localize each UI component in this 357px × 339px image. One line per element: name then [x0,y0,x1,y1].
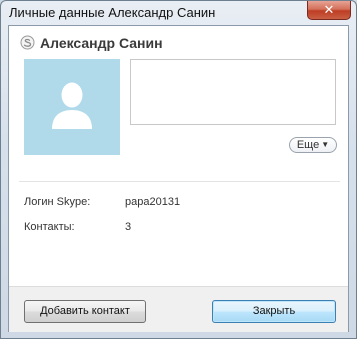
mood-message-box[interactable] [130,59,336,125]
contact-name: Александр Санин [40,35,163,51]
person-silhouette-icon [52,82,92,129]
contacts-value: 3 [125,221,132,233]
close-button[interactable]: Закрыть [212,300,336,323]
window-title: Личные данные Александр Санин [9,5,216,20]
profile-window: Личные данные Александр Санин ✕ Александ… [0,0,357,339]
more-button[interactable]: Еще ▼ [289,137,337,153]
skype-login-label: Логин Skype: [24,196,91,208]
profile-panel: Александр Санин Еще ▼ Логин Skype: papa20… [8,25,349,332]
skype-login-value: papa20131 [125,196,181,208]
button-bar: Добавить контакт Закрыть [9,286,348,332]
avatar [24,59,120,155]
contacts-label: Контакты: [24,221,75,233]
more-button-label: Еще [296,139,320,151]
title-bar[interactable]: Личные данные Александр Санин ✕ [1,1,356,25]
divider [19,181,340,182]
add-contact-button[interactable]: Добавить контакт [24,300,146,323]
chevron-down-icon: ▼ [321,140,330,149]
window-close-button[interactable]: ✕ [307,1,351,20]
skype-status-icon [20,35,35,50]
